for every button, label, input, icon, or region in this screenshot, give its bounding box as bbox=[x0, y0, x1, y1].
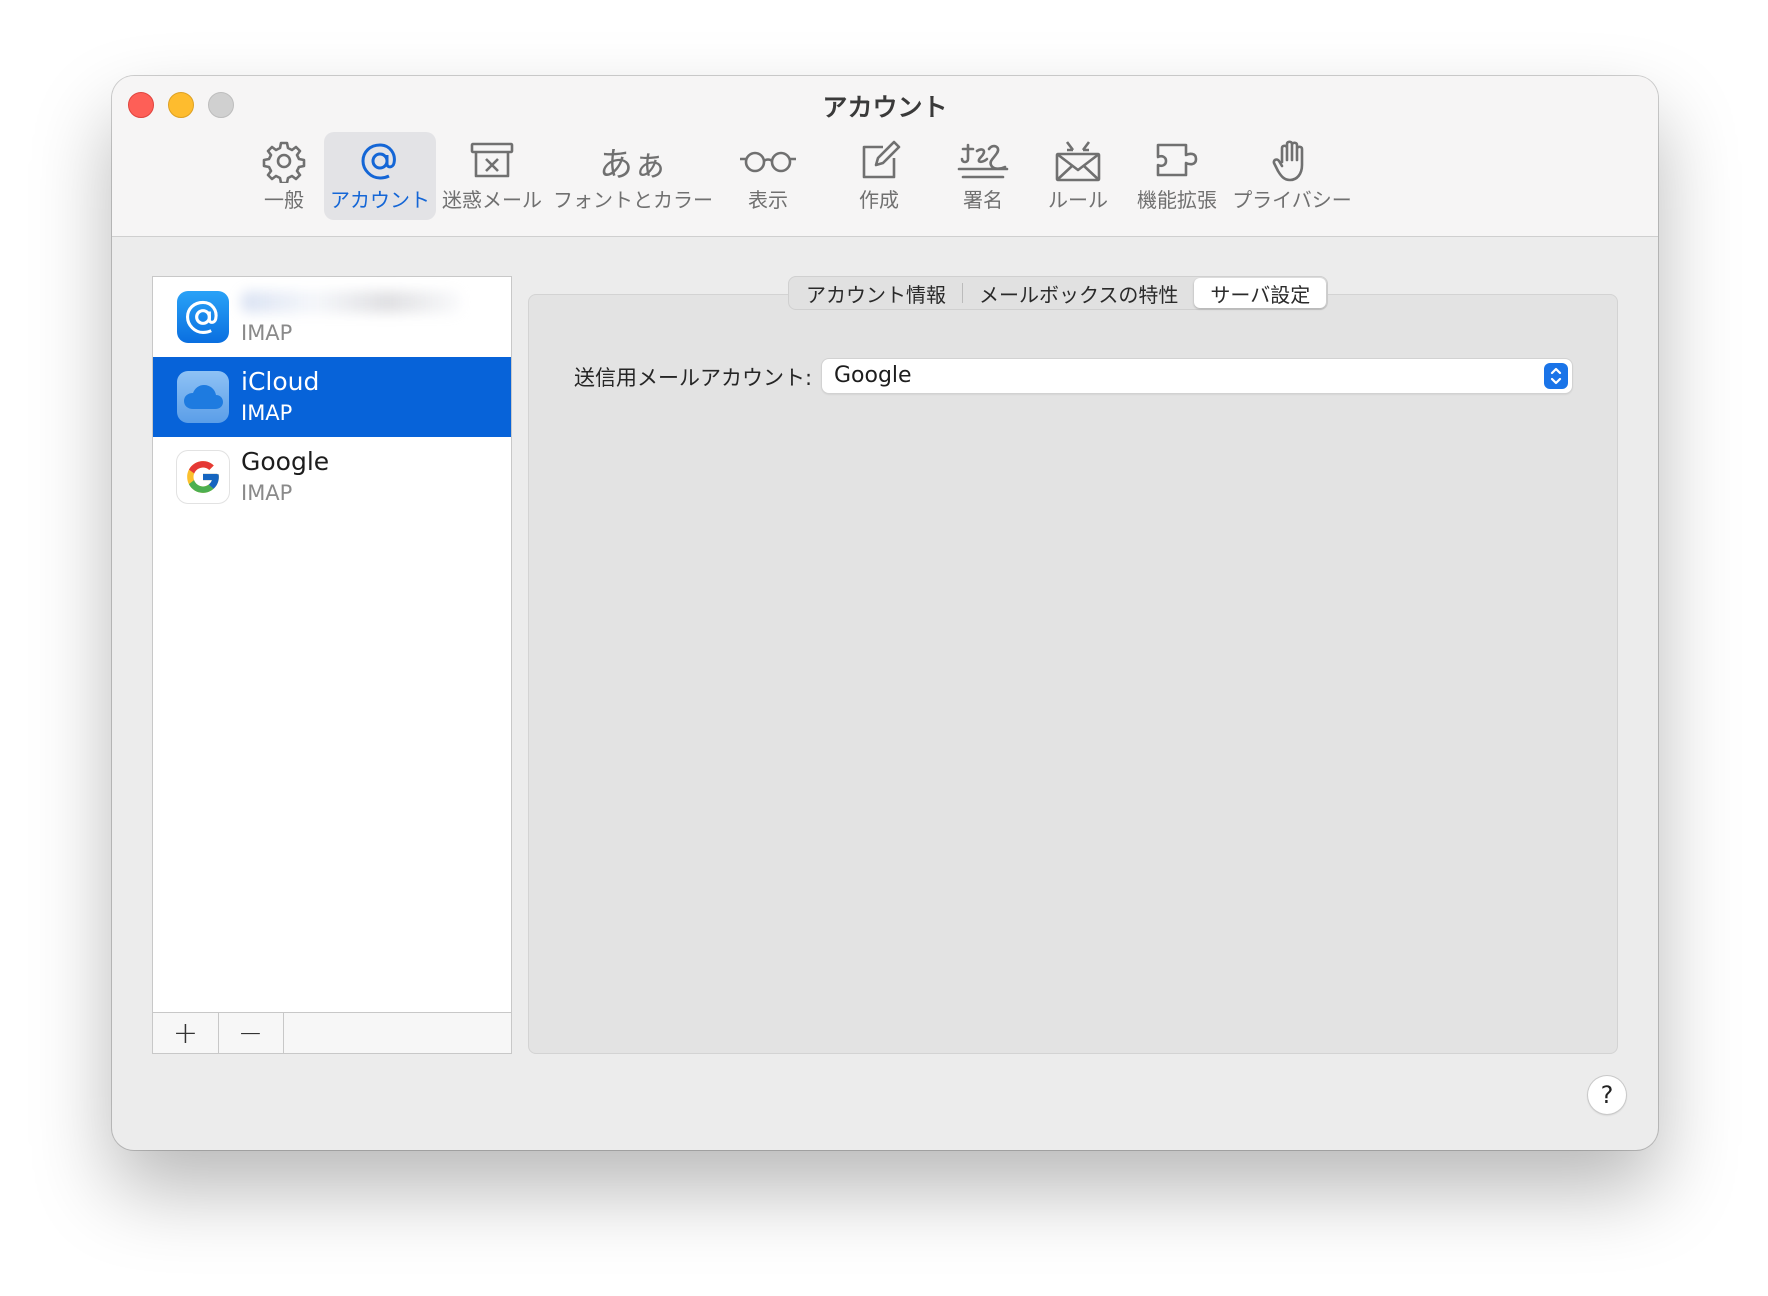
toolbar-rules[interactable]: ルール bbox=[1032, 132, 1124, 220]
toolbar-label: 機能拡張 bbox=[1137, 188, 1217, 212]
toolbar-fonts-colors[interactable]: あぁ フォントとカラー bbox=[553, 132, 713, 220]
tab-server-settings[interactable]: サーバ設定 bbox=[1194, 278, 1327, 308]
preferences-window: アカウント 一般 アカウント 迷惑メール あぁ フォントとカラー 表示 作成 署… bbox=[112, 76, 1658, 1150]
account-row[interactable]: IMAP bbox=[153, 277, 511, 357]
account-list[interactable]: IMAP iCloud IMAP Google IMAP + − bbox=[152, 276, 512, 1054]
add-account-button[interactable]: + bbox=[153, 1013, 219, 1053]
signature-icon bbox=[955, 136, 1011, 186]
toolbar-junk-mail[interactable]: 迷惑メール bbox=[442, 132, 542, 220]
font-icon: あぁ bbox=[599, 144, 667, 185]
at-account-icon bbox=[177, 291, 229, 343]
toolbar-viewing[interactable]: 表示 bbox=[724, 132, 812, 220]
account-row-icloud[interactable]: iCloud IMAP bbox=[153, 357, 511, 437]
account-row-google[interactable]: Google IMAP bbox=[153, 437, 511, 517]
toolbar-label: 作成 bbox=[859, 188, 899, 212]
toolbar-label: フォントとカラー bbox=[553, 188, 713, 212]
account-type: IMAP bbox=[241, 401, 293, 425]
toolbar-label: プライバシー bbox=[1232, 188, 1352, 212]
account-list-footer: + − bbox=[153, 1012, 511, 1053]
junk-mail-icon bbox=[469, 136, 515, 186]
toolbar-label: 迷惑メール bbox=[442, 188, 542, 212]
gear-icon bbox=[262, 136, 306, 186]
rules-envelope-icon bbox=[1053, 136, 1103, 186]
tab-mailbox-behaviors[interactable]: メールボックスの特性 bbox=[963, 278, 1194, 308]
toolbar-privacy[interactable]: プライバシー bbox=[1232, 132, 1352, 220]
compose-icon bbox=[857, 136, 901, 186]
outgoing-account-value: Google bbox=[834, 363, 912, 388]
toolbar-extensions[interactable]: 機能拡張 bbox=[1126, 132, 1228, 220]
toolbar-general[interactable]: 一般 bbox=[242, 132, 326, 220]
up-down-chevron-icon bbox=[1544, 363, 1568, 389]
settings-tab-control: アカウント情報 メールボックスの特性 サーバ設定 bbox=[788, 276, 1329, 310]
at-icon bbox=[358, 136, 402, 186]
account-type: IMAP bbox=[241, 481, 293, 505]
account-settings-panel bbox=[528, 294, 1618, 1054]
outgoing-account-label: 送信用メールアカウント: bbox=[574, 366, 813, 390]
toolbar-signatures[interactable]: 署名 bbox=[938, 132, 1028, 220]
toolbar-label: 一般 bbox=[264, 188, 304, 212]
toolbar-label: 署名 bbox=[963, 188, 1003, 212]
hand-icon bbox=[1272, 136, 1312, 186]
remove-account-button[interactable]: − bbox=[218, 1013, 284, 1053]
toolbar-label: ルール bbox=[1048, 188, 1108, 212]
tab-account-information[interactable]: アカウント情報 bbox=[790, 278, 962, 308]
window-title: アカウント bbox=[822, 93, 948, 122]
toolbar-label: 表示 bbox=[748, 188, 788, 212]
account-type: IMAP bbox=[241, 321, 293, 345]
extension-puzzle-icon bbox=[1152, 136, 1202, 186]
help-button[interactable]: ? bbox=[1588, 1076, 1626, 1114]
toolbar-composing[interactable]: 作成 bbox=[840, 132, 918, 220]
account-name: iCloud bbox=[241, 367, 320, 396]
titlebar: アカウント 一般 アカウント 迷惑メール あぁ フォントとカラー 表示 作成 署… bbox=[112, 76, 1658, 237]
outgoing-account-popup[interactable]: Google bbox=[822, 359, 1572, 393]
toolbar-accounts[interactable]: アカウント bbox=[324, 132, 436, 220]
account-name-redacted bbox=[241, 291, 461, 313]
icloud-icon bbox=[177, 371, 229, 423]
glasses-icon bbox=[738, 136, 798, 186]
toolbar-label: アカウント bbox=[330, 188, 430, 212]
account-name: Google bbox=[241, 447, 330, 476]
google-icon bbox=[177, 451, 229, 503]
